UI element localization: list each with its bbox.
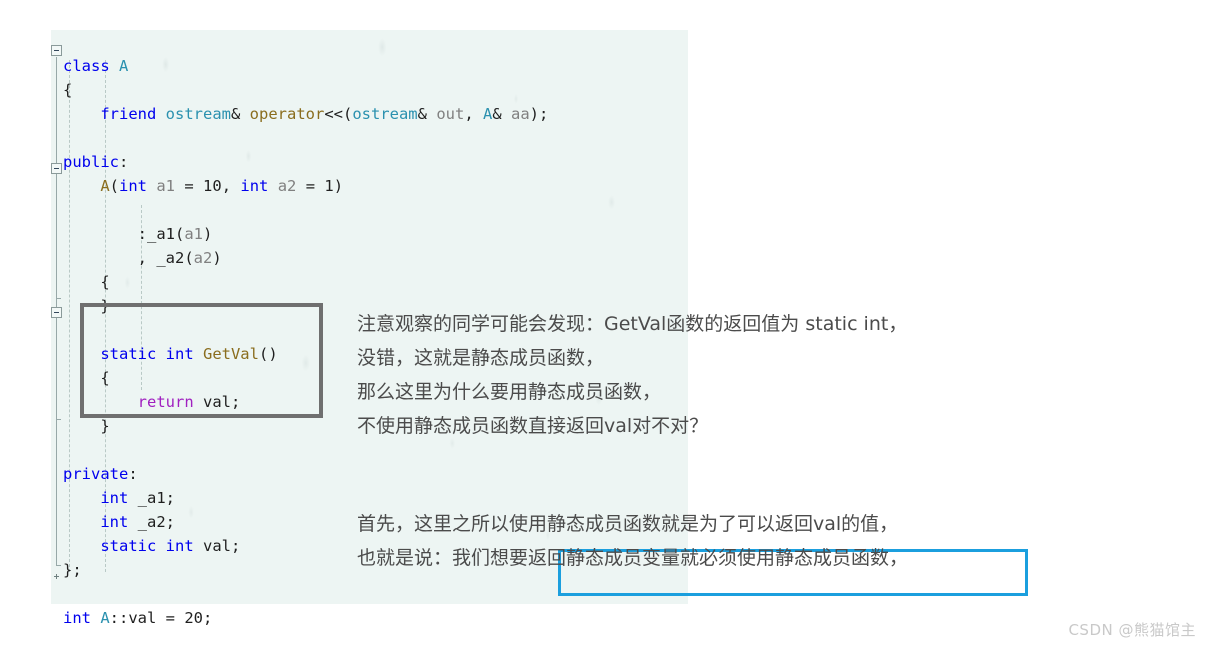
annotation-line: 首先，这里之所以使用静态成员函数就是为了可以返回val的值，: [357, 513, 899, 535]
annotation-line: 没错，这就是静态成员函数，: [357, 347, 605, 369]
fold-tick-bottom: [56, 419, 61, 420]
code-token: ostream: [352, 104, 418, 123]
code-token: 1: [324, 176, 334, 195]
code-token: a1: [184, 224, 203, 243]
annotation-line: 注意观察的同学可能会发现：GetVal函数的返回值为 static int，: [357, 313, 908, 335]
code-token: ,: [464, 104, 483, 123]
code-token: _a2;: [137, 512, 175, 531]
code-token: public: [63, 152, 119, 171]
annotation-line: 那么这里为什么要用静态成员函数，: [357, 381, 662, 403]
code-line: int _a1;: [63, 486, 548, 510]
code-line: :_a1(a1): [63, 222, 548, 246]
code-token: static int: [100, 536, 203, 555]
watermark: CSDN @熊猫馆主: [1068, 621, 1196, 639]
code-token: {: [63, 80, 73, 99]
annotation-line: 不使用静态成员函数直接返回val对不对？: [357, 415, 709, 437]
code-token: int: [63, 608, 101, 627]
fold-toggle-getval[interactable]: [51, 307, 62, 318]
code-token: &: [230, 104, 250, 123]
code-token: out: [436, 104, 465, 123]
code-line: friend ostream& operator<<(ostream& out,…: [63, 102, 548, 126]
fold-tick-end: [56, 565, 61, 566]
code-line: private:: [63, 462, 548, 486]
code-token: }: [100, 416, 110, 435]
code-token: ): [203, 224, 213, 243]
annotation-block-upper: 注意观察的同学可能会发现：GetVal函数的返回值为 static int， 没…: [357, 307, 907, 443]
code-token: A: [100, 608, 110, 627]
code-token: ): [212, 248, 222, 267]
code-token: (: [109, 176, 120, 195]
code-token: val;: [202, 536, 241, 555]
code-token: 20: [184, 608, 203, 627]
code-token: int: [100, 512, 138, 531]
code-token: a2: [193, 248, 213, 267]
code-line: {: [63, 78, 548, 102]
code-token: class: [63, 56, 119, 75]
code-token: :: [119, 152, 129, 171]
fold-toggle-class-a[interactable]: [51, 45, 62, 56]
code-token: ::val =: [109, 608, 185, 627]
code-token: int: [100, 488, 138, 507]
code-line: {: [63, 270, 548, 294]
code-token: :_a1(: [137, 224, 185, 243]
code-token: &: [417, 104, 437, 123]
code-token: ;: [203, 608, 213, 627]
code-token: <<(: [324, 104, 353, 123]
code-token: int: [119, 176, 157, 195]
code-token: _a1;: [137, 488, 175, 507]
code-token: :: [128, 464, 138, 483]
code-token: );: [529, 104, 549, 123]
code-token: A: [119, 56, 129, 75]
code-token: 10: [203, 176, 222, 195]
fold-tick-top: [56, 298, 61, 299]
code-token: &: [492, 104, 511, 123]
code-token: ): [333, 176, 344, 195]
code-token: {: [100, 272, 110, 291]
code-token: };: [63, 560, 82, 579]
code-line: class A: [63, 54, 548, 78]
code-token: a1: [156, 176, 176, 195]
code-token: ostream: [165, 104, 231, 123]
code-token: ,: [221, 176, 241, 195]
code-token: a2: [277, 176, 297, 195]
gray-highlight-box-around-getval: [80, 303, 323, 418]
code-token: friend: [100, 104, 166, 123]
code-token: operator: [249, 104, 325, 123]
code-token: =: [296, 176, 325, 195]
fold-toggle-constructor[interactable]: [51, 163, 62, 174]
code-line: , _a2(a2): [63, 246, 548, 270]
code-token: A: [482, 104, 493, 123]
code-token: int: [240, 176, 278, 195]
code-token: , _a2(: [137, 248, 194, 267]
fold-expand-icon[interactable]: [54, 574, 59, 579]
annotation-line: 也就是说：我们想要返回静态成员变量就必须使用静态成员函数，: [357, 547, 909, 569]
annotation-block-lower: 首先，这里之所以使用静态成员函数就是为了可以返回val的值， 也就是说：我们想要…: [357, 507, 908, 575]
code-line: int A::val = 20;: [63, 606, 548, 630]
code-token: aa: [511, 104, 530, 123]
code-line: A(int a1 = 10, int a2 = 1): [63, 174, 548, 198]
code-token: =: [175, 176, 204, 195]
code-token: private: [63, 464, 129, 483]
code-line: public:: [63, 150, 548, 174]
code-token: A: [100, 176, 110, 195]
